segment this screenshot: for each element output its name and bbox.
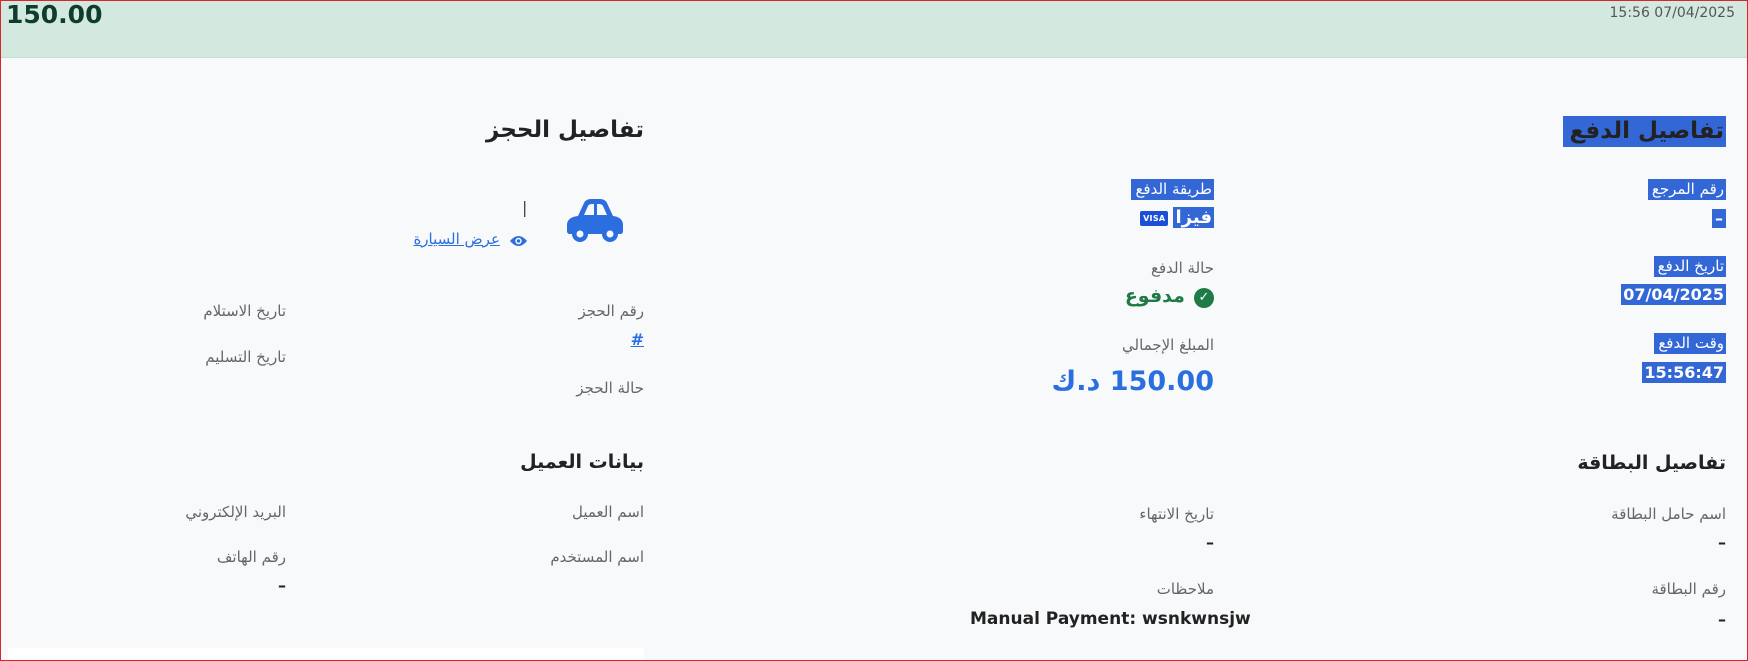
eye-icon xyxy=(509,233,528,247)
notes-label: ملاحظات xyxy=(1156,580,1214,598)
payment-status-row: ✓ مدفوع xyxy=(1125,285,1214,308)
payment-status-value: مدفوع xyxy=(1124,285,1185,307)
booking-number-link[interactable]: # xyxy=(631,330,644,349)
payment-method-row: فيزا VISA xyxy=(1137,207,1214,228)
phone-value: – xyxy=(278,576,286,595)
payment-date-label: تاريخ الدفع xyxy=(1653,256,1726,277)
booking-details-title: تفاصيل الحجز xyxy=(486,117,644,143)
summary-bar: 150.00 15:56 07/04/2025 xyxy=(0,0,1748,58)
pickup-date-label: تاريخ الاستلام xyxy=(203,302,286,320)
payment-date-value: 07/04/2025 xyxy=(1621,284,1726,305)
email-label: البريد الإلكتروني xyxy=(185,503,286,521)
expiry-date-value: – xyxy=(1206,533,1214,552)
card-number-label: رقم البطاقة xyxy=(1651,580,1726,598)
phone-label: رقم الهاتف xyxy=(216,548,286,566)
view-car-label[interactable]: عرض السيارة xyxy=(413,230,499,248)
card-bottom-edge xyxy=(8,648,644,661)
payment-details-title: تفاصيل الدفع xyxy=(1563,116,1726,147)
card-details-title: تفاصيل البطاقة xyxy=(1577,452,1726,474)
payment-method-label: طريقة الدفع xyxy=(1131,179,1214,200)
customer-data-title: بيانات العميل xyxy=(520,451,644,473)
summary-amount: 150.00 xyxy=(6,0,103,29)
payment-status-label: حالة الدفع xyxy=(1151,259,1214,277)
delivery-date-label: تاريخ التسليم xyxy=(205,348,286,366)
total-amount-value: 150.00 د.ك xyxy=(1051,366,1214,397)
car-icon xyxy=(564,198,626,248)
view-car-link[interactable]: عرض السيارة xyxy=(413,229,528,248)
notes-value: Manual Payment: wsnkwnsjw xyxy=(970,609,1251,629)
payment-method-value: فيزا xyxy=(1173,207,1214,228)
visa-card-icon: VISA xyxy=(1140,211,1169,226)
payment-time-value: 15:56:47 xyxy=(1642,362,1726,383)
card-holder-value: – xyxy=(1718,533,1726,552)
reference-label: رقم المرجع xyxy=(1647,179,1726,200)
booking-status-label: حالة الحجز xyxy=(576,379,644,397)
card-number-value: – xyxy=(1718,610,1726,629)
expiry-date-label: تاريخ الانتهاء xyxy=(1139,505,1214,523)
check-circle-icon: ✓ xyxy=(1194,287,1214,308)
reference-value: – xyxy=(1712,209,1726,228)
customer-name-label: اسم العميل xyxy=(571,503,644,521)
summary-datetime: 15:56 07/04/2025 xyxy=(1609,5,1736,21)
card-holder-label: اسم حامل البطاقة xyxy=(1611,505,1726,523)
total-amount-label: المبلغ الإجمالي xyxy=(1122,336,1214,354)
car-name: | xyxy=(522,198,528,217)
payment-time-label: وقت الدفع xyxy=(1654,333,1726,354)
booking-number-label: رقم الحجز xyxy=(578,302,644,320)
username-label: اسم المستخدم xyxy=(550,548,644,566)
